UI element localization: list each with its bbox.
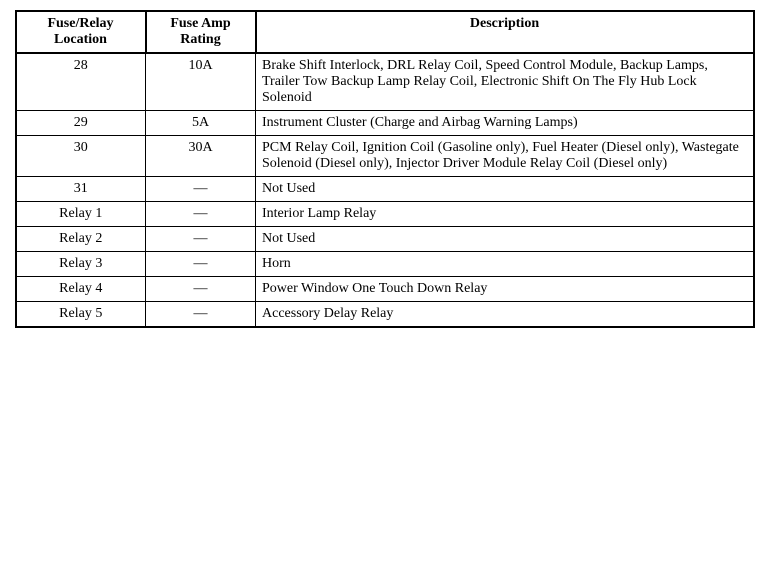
cell-location: 30 (16, 136, 146, 177)
table-row: 2810ABrake Shift Interlock, DRL Relay Co… (16, 53, 754, 111)
cell-description: Horn (256, 252, 754, 277)
fuse-relay-table: Fuse/Relay Location Fuse Amp Rating Desc… (15, 10, 755, 328)
cell-location: Relay 1 (16, 202, 146, 227)
cell-location: 29 (16, 111, 146, 136)
cell-location: Relay 2 (16, 227, 146, 252)
table-row: Relay 3—Horn (16, 252, 754, 277)
cell-location: 28 (16, 53, 146, 111)
table-row: 31—Not Used (16, 177, 754, 202)
header-location: Fuse/Relay Location (16, 11, 146, 53)
header-rating: Fuse Amp Rating (146, 11, 256, 53)
cell-description: Power Window One Touch Down Relay (256, 277, 754, 302)
cell-rating: 5A (146, 111, 256, 136)
cell-location: Relay 4 (16, 277, 146, 302)
cell-description: PCM Relay Coil, Ignition Coil (Gasoline … (256, 136, 754, 177)
cell-rating: — (146, 177, 256, 202)
cell-description: Instrument Cluster (Charge and Airbag Wa… (256, 111, 754, 136)
cell-rating: 10A (146, 53, 256, 111)
cell-location: Relay 5 (16, 302, 146, 328)
cell-description: Accessory Delay Relay (256, 302, 754, 328)
cell-location: 31 (16, 177, 146, 202)
table-row: 295AInstrument Cluster (Charge and Airba… (16, 111, 754, 136)
cell-description: Not Used (256, 177, 754, 202)
table-row: 3030APCM Relay Coil, Ignition Coil (Gaso… (16, 136, 754, 177)
cell-description: Brake Shift Interlock, DRL Relay Coil, S… (256, 53, 754, 111)
cell-rating: — (146, 302, 256, 328)
table-row: Relay 5—Accessory Delay Relay (16, 302, 754, 328)
cell-location: Relay 3 (16, 252, 146, 277)
cell-rating: — (146, 202, 256, 227)
table-row: Relay 4—Power Window One Touch Down Rela… (16, 277, 754, 302)
cell-rating: 30A (146, 136, 256, 177)
table-row: Relay 2—Not Used (16, 227, 754, 252)
header-description: Description (256, 11, 754, 53)
fuse-table-wrapper: Fuse/Relay Location Fuse Amp Rating Desc… (15, 10, 755, 328)
table-row: Relay 1—Interior Lamp Relay (16, 202, 754, 227)
cell-rating: — (146, 227, 256, 252)
cell-description: Not Used (256, 227, 754, 252)
cell-rating: — (146, 277, 256, 302)
cell-rating: — (146, 252, 256, 277)
cell-description: Interior Lamp Relay (256, 202, 754, 227)
